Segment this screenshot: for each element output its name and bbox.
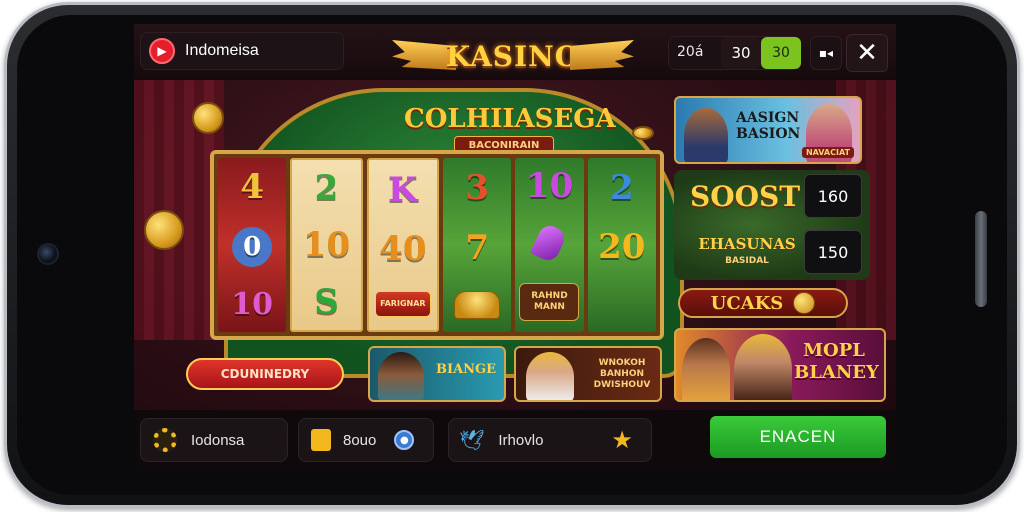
kasino-logo: KASINO <box>392 28 634 84</box>
coin-icon <box>144 210 184 250</box>
enter-button[interactable]: ENACEN <box>710 416 886 458</box>
close-icon: ✕ <box>856 38 878 68</box>
boost-title: SOOST <box>690 180 801 213</box>
balance-display: 20á 30 30 <box>668 36 801 70</box>
bottom-region-label: Iodonsa <box>191 431 245 449</box>
reel-symbol: 3 <box>465 168 489 208</box>
reel-4: 3 7 <box>442 158 512 332</box>
wallet-icon <box>311 429 331 451</box>
gem-icon <box>530 222 569 264</box>
coin-icon <box>192 102 224 134</box>
deals-label: UCAKS <box>710 292 784 314</box>
reel-symbol: 10 <box>231 287 274 323</box>
reel-symbol: K <box>388 169 418 210</box>
promo-card-b[interactable]: WNOKOH BANHON DWISHOUV <box>514 346 662 402</box>
side-button <box>975 211 987 307</box>
twitter-icon: 🕊 <box>459 428 485 452</box>
promo-bottom-text: MOPL BLANEY <box>794 340 879 383</box>
promo-top-tag: NAVACIAT <box>801 147 854 158</box>
deals-button[interactable]: UCAKS <box>678 288 848 318</box>
promo-card-a[interactable]: BIANGE <box>368 346 506 402</box>
character-image <box>526 352 574 400</box>
region-selector[interactable]: ▶ Indomeisa <box>140 32 344 70</box>
play-icon: ▶ <box>149 38 175 64</box>
reel-badge: FARIGNAR <box>374 291 431 318</box>
bonus-subtitle: BASIDAL <box>725 256 769 266</box>
menu-icon: ▪◂ <box>818 46 834 60</box>
reel-symbol: 7 <box>465 228 489 268</box>
bottom-social-label: Irhovlo <box>498 431 544 449</box>
reel-symbol: 20 <box>598 226 646 267</box>
promo-banner-top[interactable]: AASIGN BASION NAVACIAT <box>674 96 862 164</box>
bottom-coins-button[interactable]: 8ouo ● <box>298 418 434 462</box>
character-image <box>684 108 728 162</box>
reel-symbol: S <box>314 281 339 322</box>
boost-value[interactable]: 160 <box>804 174 862 218</box>
reel-symbol: 2 <box>609 167 634 208</box>
top-bar: ▶ Indomeisa KASINO 20á 30 30 ▪◂ ✕ <box>134 24 896 80</box>
coin-icon <box>793 292 816 314</box>
reel-symbol: 4 <box>240 166 264 207</box>
menu-button[interactable]: ▪◂ <box>810 36 842 70</box>
region-label: Indomeisa <box>185 42 259 59</box>
character-image <box>378 352 424 400</box>
game-title: COLHIIASEGA <box>404 104 616 134</box>
promo-top-text: AASIGN BASION <box>736 110 801 142</box>
reel-symbol: 2 <box>314 168 339 209</box>
game-screen: ▶ Indomeisa KASINO 20á 30 30 ▪◂ ✕ COLHII… <box>134 24 896 470</box>
reel-2: 2 10 S <box>290 158 363 332</box>
star-icon[interactable]: ★ <box>611 426 633 454</box>
promo-banner-bottom[interactable]: MOPL BLANEY <box>674 328 886 402</box>
coin-icon <box>632 126 654 140</box>
reel-symbol: 40 <box>379 228 427 269</box>
reel-6: 2 20 <box>587 158 656 332</box>
logo-text: KASINO <box>445 39 581 73</box>
bonus-title: EHASUNAS <box>698 235 796 253</box>
reel-1: 4 0 10 <box>218 158 287 332</box>
bonus-value[interactable]: 150 <box>804 230 862 274</box>
coin-badge-icon: ● <box>394 430 415 450</box>
close-button[interactable]: ✕ <box>846 34 888 72</box>
reel-symbol: 10 <box>525 166 574 207</box>
promo-card-b-text: WNOKOH BANHON DWISHOUV <box>593 358 651 390</box>
bottom-social-button[interactable]: 🕊 Irhovlo ★ <box>448 418 652 462</box>
reel-symbol: 0 <box>232 226 273 267</box>
camera-icon <box>37 243 59 265</box>
character-image <box>734 334 792 400</box>
gold-pile-icon <box>454 291 501 319</box>
bottom-region-button[interactable]: Iodonsa <box>140 418 288 462</box>
bottom-coins-label: 8ouo <box>343 431 377 449</box>
reel-3: K 40 FARIGNAR <box>366 158 439 332</box>
balance-amount: 20á <box>677 44 704 60</box>
gear-icon <box>153 428 177 452</box>
cta-button[interactable]: CDUNINEDRY <box>186 358 344 390</box>
bet-amount[interactable]: 30 <box>721 37 761 69</box>
win-amount[interactable]: 30 <box>761 37 801 69</box>
reel-symbol: 10 <box>302 224 351 265</box>
reel-5: 10 RAHND MANN <box>515 158 584 332</box>
slot-reels[interactable]: 4 0 10 2 10 S K 40 FARIGNAR 3 7 10 RAHND… <box>210 150 664 340</box>
promo-card-a-text: BIANGE <box>436 362 497 377</box>
character-image <box>682 338 730 400</box>
reel-symbol: RAHND MANN <box>519 282 580 321</box>
